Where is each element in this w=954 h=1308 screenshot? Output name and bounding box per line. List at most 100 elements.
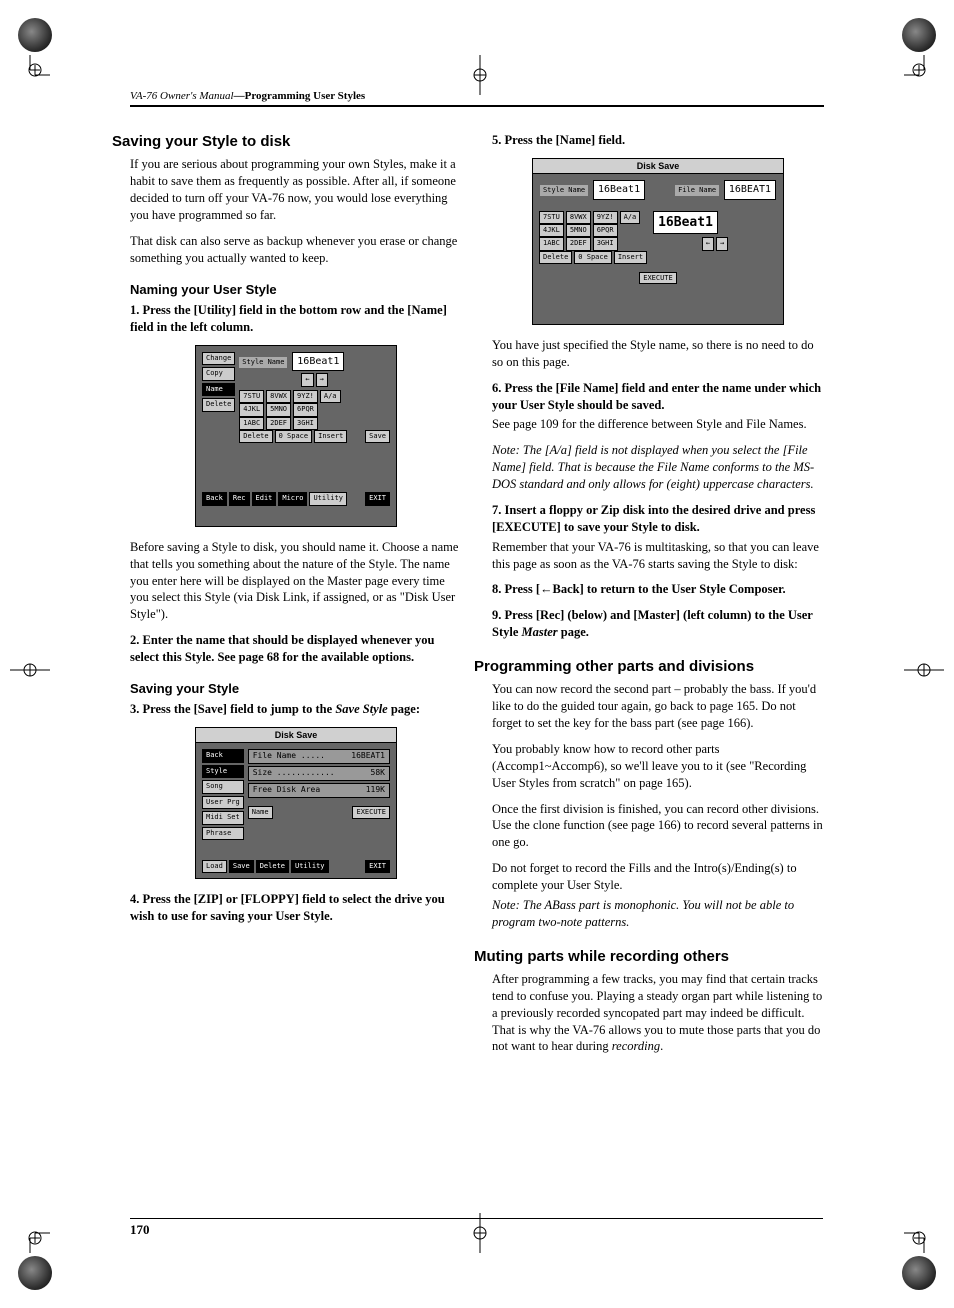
step-1: 1. Press the [Utility] field in the bott…	[130, 302, 462, 336]
arrow-right-icon: →	[716, 237, 728, 250]
step-5: 5. Press the [Name] field.	[492, 132, 824, 149]
screenshot-disk-save-name: Disk Save Style Name 16Beat1 File Name 1…	[532, 158, 784, 325]
bottom-button: Delete	[256, 860, 289, 873]
keypad-key: Delete	[539, 251, 572, 264]
body-text: That disk can also serve as backup whene…	[130, 233, 462, 267]
big-name-value: 16Beat1	[653, 211, 718, 235]
body-text: Remember that your VA-76 is multitasking…	[492, 539, 824, 573]
arrow-right-icon: →	[316, 373, 328, 386]
step-3: 3. Press the [Save] field to jump to the…	[130, 701, 462, 718]
body-text: See page 109 for the difference between …	[492, 416, 824, 433]
crop-mark	[904, 650, 944, 690]
bottom-button: Save	[229, 860, 254, 873]
keypad-key: 6PQR	[593, 224, 618, 237]
crop-mark	[10, 1213, 50, 1253]
keypad-key: 3GHI	[593, 237, 618, 250]
body-text: Once the first division is finished, you…	[492, 801, 824, 852]
bottom-button: Load	[202, 860, 227, 873]
side-button: Copy	[202, 367, 235, 380]
keypad-key: 0 Space	[574, 251, 612, 264]
corner-ornament-br	[902, 1256, 936, 1290]
file-name-value: 16BEAT1	[724, 180, 776, 200]
content-columns: Saving your Style to disk If you are ser…	[130, 132, 824, 1064]
crop-mark	[904, 1213, 944, 1253]
keypad-key: Delete	[239, 430, 272, 443]
keypad-key: 0 Space	[275, 430, 313, 443]
crop-mark	[10, 55, 50, 95]
screen-title: Disk Save	[196, 728, 396, 743]
bottom-button: Utility	[291, 860, 329, 873]
left-column: Saving your Style to disk If you are ser…	[130, 132, 462, 1064]
info-row: Free Disk Area119K	[248, 783, 390, 798]
exit-button: EXIT	[365, 860, 390, 873]
keypad-key: 1ABC	[539, 237, 564, 250]
keypad-key: 4JKL	[539, 224, 564, 237]
heading-saving-your-style: Saving your Style	[130, 680, 462, 698]
body-text: Before saving a Style to disk, you shoul…	[130, 539, 462, 623]
execute-button: EXECUTE	[639, 272, 677, 284]
back-button: Back	[202, 749, 244, 762]
crop-mark	[10, 650, 50, 690]
keypad-key: 1ABC	[239, 417, 264, 430]
keypad-key: Insert	[314, 430, 347, 443]
info-row: Size ............58K	[248, 766, 390, 781]
bottom-button: Edit	[252, 492, 277, 505]
page-number: 170	[130, 1218, 823, 1238]
keypad-key: 9YZ!	[293, 390, 318, 403]
side-button: Change	[202, 352, 235, 365]
bottom-button: Utility	[309, 492, 347, 505]
step-4: 4. Press the [ZIP] or [FLOPPY] field to …	[130, 891, 462, 925]
step-8: 8. Press [←Back] to return to the User S…	[492, 581, 824, 598]
crop-mark	[904, 55, 944, 95]
screenshot-disk-save: Disk Save Back Style Song User Prg Midi …	[195, 727, 397, 879]
keypad-key: 5MNO	[566, 224, 591, 237]
manual-title: VA-76 Owner's Manual	[130, 90, 234, 102]
keypad-key: 8VWX	[266, 390, 291, 403]
keypad-key: Insert	[614, 251, 647, 264]
side-button: Phrase	[202, 827, 244, 840]
heading-saving-style-to-disk: Saving your Style to disk	[112, 132, 462, 152]
side-button: Name	[202, 383, 235, 396]
bottom-button: Rec	[229, 492, 250, 505]
right-column: 5. Press the [Name] field. Disk Save Sty…	[492, 132, 824, 1064]
heading-naming-user-style: Naming your User Style	[130, 281, 462, 299]
side-button: Delete	[202, 398, 235, 411]
page: VA-76 Owner's Manual—Programming User St…	[0, 0, 954, 1308]
arrow-left-icon: ←	[702, 237, 714, 250]
step-9: 9. Press [Rec] (below) and [Master] (lef…	[492, 607, 824, 641]
side-button: Song	[202, 780, 244, 793]
screenshot-style-name-editor: Change Copy Name Delete Style Name 16Bea…	[195, 345, 397, 527]
step-7: 7. Insert a floppy or Zip disk into the …	[492, 502, 824, 536]
side-button: Midi Set	[202, 811, 244, 824]
style-name-value: 16Beat1	[292, 352, 344, 372]
keypad-key: 7STU	[539, 211, 564, 224]
body-text: You probably know how to record other pa…	[492, 741, 824, 792]
note-text: Note: The ABass part is monophonic. You …	[492, 897, 824, 931]
keypad-key: 6PQR	[293, 403, 318, 416]
execute-button: EXECUTE	[352, 806, 390, 819]
keypad-key: 3GHI	[293, 417, 318, 430]
step-2: 2. Enter the name that should be display…	[130, 632, 462, 666]
crop-mark	[460, 55, 500, 95]
body-text: If you are serious about programming you…	[130, 156, 462, 224]
section-title: —Programming User Styles	[234, 90, 366, 102]
body-text: After programming a few tracks, you may …	[492, 971, 824, 1055]
keypad-key: 2DEF	[266, 417, 291, 430]
keypad-key: 7STU	[239, 390, 264, 403]
keypad-key: 8VWX	[566, 211, 591, 224]
keypad-key: 9YZ!	[593, 211, 618, 224]
file-name-label: File Name	[675, 185, 719, 196]
body-text: You have just specified the Style name, …	[492, 337, 824, 371]
info-row: File Name .....16BEAT1	[248, 749, 390, 764]
corner-ornament-bl	[18, 1256, 52, 1290]
step-6: 6. Press the [File Name] field and enter…	[492, 380, 824, 414]
arrow-left-icon: ←	[301, 373, 313, 386]
side-button: User Prg	[202, 796, 244, 809]
case-toggle: A/a	[320, 390, 341, 403]
corner-ornament-tr	[902, 18, 936, 52]
bottom-button: Micro	[278, 492, 307, 505]
bottom-button: Back	[202, 492, 227, 505]
exit-button: EXIT	[365, 492, 390, 505]
keypad-key: 2DEF	[566, 237, 591, 250]
heading-muting-parts: Muting parts while recording others	[474, 947, 824, 967]
